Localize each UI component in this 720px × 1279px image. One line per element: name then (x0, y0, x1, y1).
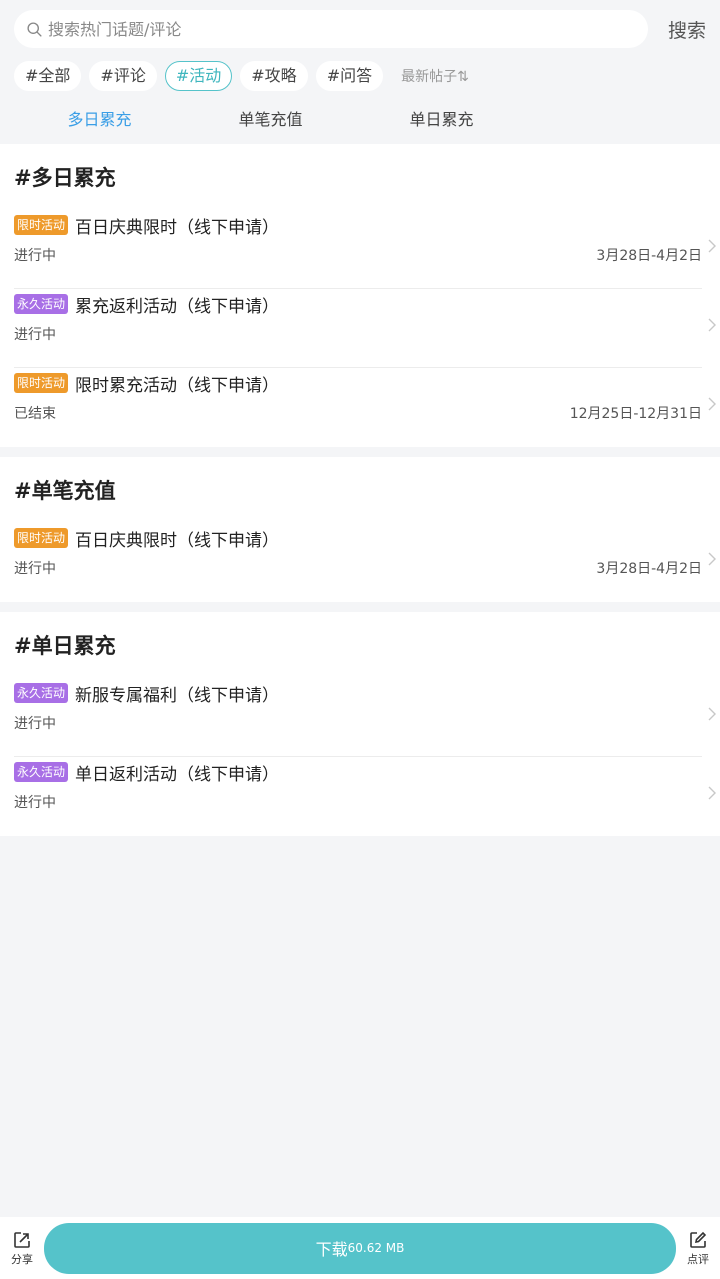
topic-chips: #全部 #评论 #活动 #攻略 #问答 最新帖子⇅ (14, 60, 706, 92)
activity-title: 累充返利活动（线下申请） (75, 296, 280, 317)
search-button[interactable]: 搜索 (648, 16, 706, 43)
sort-toggle[interactable]: 最新帖子⇅ (401, 66, 469, 86)
activity-title: 百日庆典限时（线下申请） (75, 217, 280, 238)
chevron-right-icon (708, 397, 716, 411)
activity-item[interactable]: 限时活动 百日庆典限时（线下申请） 进行中 3月28日-4月2日 (14, 523, 716, 602)
chip-qa[interactable]: #问答 (315, 61, 384, 91)
activity-item[interactable]: 永久活动 新服专属福利（线下申请） 进行中 (14, 678, 716, 757)
chip-activity[interactable]: #活动 (164, 61, 233, 91)
download-label: 下载 (315, 1240, 348, 1259)
share-icon (14, 1231, 30, 1248)
limited-badge: 限时活动 (14, 373, 69, 393)
review-button[interactable]: 点评 (676, 1230, 720, 1267)
activity-status: 进行中 (14, 327, 56, 343)
top-bar: 搜索 #全部 #评论 #活动 #攻略 #问答 最新帖子⇅ 多日累充 单笔充值 单… (0, 0, 720, 144)
activity-status: 进行中 (14, 248, 56, 264)
activity-tabs: 多日累充 单笔充值 单日累充 (14, 92, 706, 144)
activity-item[interactable]: 永久活动 单日返利活动（线下申请） 进行中 (14, 757, 716, 836)
chip-comment[interactable]: #评论 (89, 61, 157, 91)
activity-status: 进行中 (14, 561, 56, 577)
activity-title: 百日庆典限时（线下申请） (75, 530, 280, 551)
activity-title: 单日返利活动（线下申请） (75, 764, 280, 785)
section-single-day: #单日累充 永久活动 新服专属福利（线下申请） 进行中 永久活动 单日返利活动（… (0, 612, 720, 836)
section-title: #单日累充 (14, 634, 116, 658)
chevron-right-icon (708, 552, 716, 566)
activity-date: 12月25日-12月31日 (569, 406, 702, 422)
review-label: 点评 (687, 1252, 709, 1266)
section-title: #单笔充值 (14, 479, 116, 503)
chip-all[interactable]: #全部 (14, 61, 82, 91)
permanent-badge: 永久活动 (14, 294, 69, 314)
section-title: #多日累充 (14, 166, 116, 190)
activity-status: 进行中 (14, 716, 56, 732)
tab-single-day[interactable]: 单日累充 (356, 106, 527, 130)
activity-item[interactable]: 限时活动 限时累充活动（线下申请） 已结束 12月25日-12月31日 (14, 368, 716, 447)
activity-item[interactable]: 永久活动 累充返利活动（线下申请） 进行中 (14, 289, 716, 368)
limited-badge: 限时活动 (14, 215, 69, 235)
activity-status: 已结束 (14, 406, 56, 422)
activity-date: 3月28日-4月2日 (596, 561, 702, 577)
search-icon (27, 21, 42, 37)
tab-multi-day[interactable]: 多日累充 (14, 106, 185, 130)
activity-title: 新服专属福利（线下申请） (75, 685, 280, 706)
search-box[interactable] (14, 10, 648, 48)
bottom-action-bar: 分享 下载 60.62 MB 点评 (0, 1217, 720, 1279)
permanent-badge: 永久活动 (14, 683, 69, 703)
tab-single-recharge[interactable]: 单笔充值 (185, 106, 356, 130)
activity-item[interactable]: 限时活动 百日庆典限时（线下申请） 进行中 3月28日-4月2日 (14, 210, 716, 289)
activity-title: 限时累充活动（线下申请） (75, 375, 280, 396)
download-size: 60.62 MB (347, 1241, 405, 1255)
limited-badge: 限时活动 (14, 528, 69, 548)
chevron-right-icon (708, 707, 716, 721)
section-multi-day: #多日累充 限时活动 百日庆典限时（线下申请） 进行中 3月28日-4月2日 永… (0, 144, 720, 447)
search-input[interactable] (48, 19, 608, 39)
chevron-right-icon (708, 786, 716, 800)
download-button[interactable]: 下载 60.62 MB (44, 1222, 676, 1274)
activity-status: 进行中 (14, 795, 56, 811)
search-row: 搜索 (14, 10, 706, 48)
share-label: 分享 (11, 1252, 33, 1266)
activity-date: 3月28日-4月2日 (596, 248, 702, 264)
share-button[interactable]: 分享 (0, 1230, 44, 1267)
permanent-badge: 永久活动 (14, 762, 69, 782)
chevron-right-icon (708, 239, 716, 253)
section-single-recharge: #单笔充值 限时活动 百日庆典限时（线下申请） 进行中 3月28日-4月2日 (0, 457, 720, 602)
chevron-right-icon (708, 318, 716, 332)
chip-guide[interactable]: #攻略 (240, 61, 308, 91)
edit-icon (690, 1231, 707, 1248)
